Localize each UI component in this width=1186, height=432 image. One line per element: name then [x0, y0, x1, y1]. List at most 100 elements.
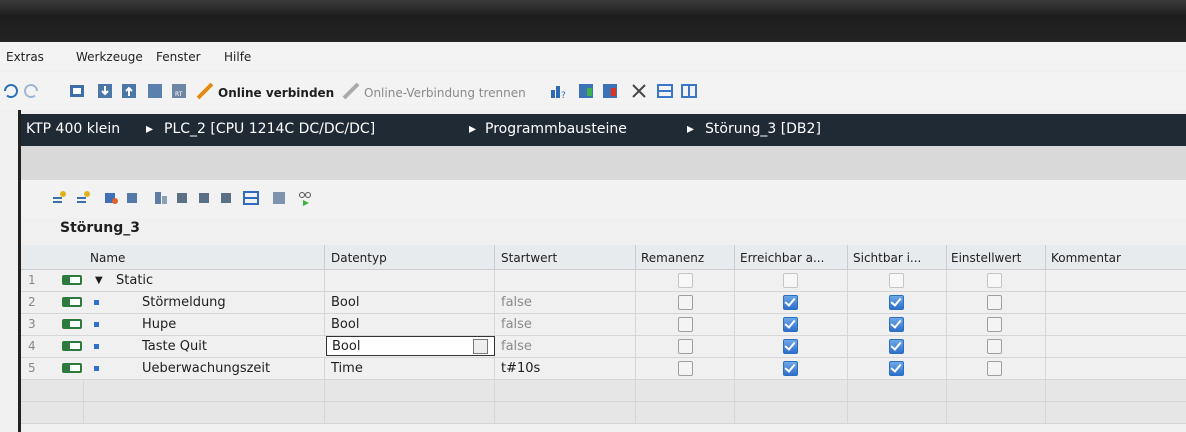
- setpoint-checkbox[interactable]: [987, 361, 1002, 376]
- table-row[interactable]: 3 Hupe Bool false: [21, 314, 1186, 336]
- breadcrumb-item-program-blocks[interactable]: Programmbausteine: [485, 121, 627, 137]
- accessible-checkbox[interactable]: [783, 317, 798, 332]
- col-header-datatype[interactable]: Datentyp: [331, 251, 387, 265]
- row-startvalue[interactable]: false: [501, 317, 532, 332]
- table-row[interactable]: 4 Taste Quit Bool false: [21, 336, 1186, 358]
- col-header-retain[interactable]: Remanenz: [641, 251, 704, 265]
- runtime-icon[interactable]: RT: [170, 82, 188, 100]
- table-row[interactable]: 2 Störmeldung Bool false: [21, 292, 1186, 314]
- breadcrumb-item-device[interactable]: KTP 400 klein: [26, 121, 120, 137]
- setpoint-checkbox[interactable]: [987, 295, 1002, 310]
- retain-checkbox[interactable]: [678, 317, 693, 332]
- row-number: 3: [28, 317, 36, 331]
- start-cpu-icon[interactable]: [577, 82, 595, 100]
- expand-all-icon[interactable]: [243, 190, 259, 206]
- col-header-visible[interactable]: Sichtbar i...: [853, 251, 921, 265]
- row-startvalue[interactable]: t#10s: [501, 361, 540, 376]
- retain-checkbox[interactable]: [678, 273, 693, 288]
- col-header-setpoint[interactable]: Einstellwert: [951, 251, 1021, 265]
- retain-checkbox[interactable]: [678, 339, 693, 354]
- redo-icon[interactable]: [22, 82, 40, 100]
- go-online-icon[interactable]: [196, 82, 214, 100]
- row-name[interactable]: Taste Quit: [142, 339, 207, 354]
- cross-reference-icon[interactable]: [630, 82, 648, 100]
- db-toolbar: [21, 180, 1186, 218]
- simulation-icon[interactable]: [146, 82, 164, 100]
- row-name[interactable]: Hupe: [142, 317, 176, 332]
- breadcrumb: KTP 400 klein ▸ PLC_2 [CPU 1214C DC/DC/D…: [18, 114, 1186, 146]
- visible-checkbox[interactable]: [889, 295, 904, 310]
- datatype-edit-field[interactable]: Bool: [326, 336, 495, 356]
- menu-extras[interactable]: Extras: [6, 50, 44, 64]
- load-start-values-icon[interactable]: [175, 190, 191, 206]
- menu-werkzeuge[interactable]: Werkzeuge: [76, 50, 143, 64]
- setpoint-icon[interactable]: [219, 190, 235, 206]
- online-connect-button[interactable]: Online verbinden: [218, 86, 334, 100]
- row-datatype[interactable]: Bool: [331, 295, 359, 310]
- row-datatype[interactable]: Bool: [331, 317, 359, 332]
- empty-row[interactable]: [21, 402, 1186, 424]
- monitor-icon[interactable]: [153, 190, 169, 206]
- table-row[interactable]: 5 Ueberwachungszeit Time t#10s: [21, 358, 1186, 380]
- copy-snapshot-icon[interactable]: [125, 190, 141, 206]
- setpoint-checkbox[interactable]: [987, 317, 1002, 332]
- collapse-arrow-icon[interactable]: ▼: [95, 275, 103, 286]
- accessible-checkbox[interactable]: [783, 339, 798, 354]
- load-snapshot-icon[interactable]: [197, 190, 213, 206]
- online-disconnect-button[interactable]: Online-Verbindung trennen: [364, 86, 526, 100]
- row-startvalue[interactable]: false: [501, 339, 532, 354]
- visible-checkbox[interactable]: [889, 273, 904, 288]
- row-name[interactable]: Ueberwachungszeit: [142, 361, 270, 376]
- undo-icon[interactable]: [2, 82, 20, 100]
- visible-checkbox[interactable]: [889, 339, 904, 354]
- accessible-checkbox[interactable]: [783, 273, 798, 288]
- row-startvalue[interactable]: false: [501, 295, 532, 310]
- monitor-all-icon[interactable]: [297, 190, 313, 206]
- row-name[interactable]: Störmeldung: [142, 295, 226, 310]
- col-header-accessible[interactable]: Erreichbar a...: [740, 251, 824, 265]
- accessible-devices-icon[interactable]: ?: [549, 82, 567, 100]
- accessible-checkbox[interactable]: [783, 295, 798, 310]
- split-horizontal-icon[interactable]: [656, 82, 674, 100]
- empty-row[interactable]: [21, 380, 1186, 402]
- table-header: Name Datentyp Startwert Remanenz Erreich…: [21, 245, 1186, 270]
- add-row-icon[interactable]: [75, 190, 91, 206]
- upload-icon[interactable]: [120, 82, 138, 100]
- row-datatype[interactable]: Time: [331, 361, 363, 376]
- retain-checkbox[interactable]: [678, 361, 693, 376]
- download-icon[interactable]: [96, 82, 114, 100]
- split-vertical-icon[interactable]: [680, 82, 698, 100]
- datatype-picker-icon[interactable]: [473, 339, 488, 354]
- row-number: 5: [28, 361, 36, 375]
- insert-row-icon[interactable]: [51, 190, 67, 206]
- menu-hilfe[interactable]: Hilfe: [224, 50, 251, 64]
- interface-icon: [62, 275, 82, 285]
- accessible-checkbox[interactable]: [783, 361, 798, 376]
- col-header-name[interactable]: Name: [90, 251, 125, 265]
- retain-checkbox[interactable]: [678, 295, 693, 310]
- row-name[interactable]: Static: [116, 273, 153, 288]
- breadcrumb-separator-icon: ▸: [469, 121, 477, 137]
- menu-fenster[interactable]: Fenster: [156, 50, 201, 64]
- visible-checkbox[interactable]: [889, 361, 904, 376]
- keep-actual-values-icon[interactable]: [271, 190, 287, 206]
- element-icon: [94, 300, 99, 305]
- snapshot-icon[interactable]: [103, 190, 119, 206]
- stop-cpu-icon[interactable]: [601, 82, 619, 100]
- row-number: 4: [28, 339, 36, 353]
- interface-icon: [62, 319, 82, 329]
- breadcrumb-item-plc[interactable]: PLC_2 [CPU 1214C DC/DC/DC]: [164, 121, 375, 137]
- interface-icon: [62, 363, 82, 373]
- setpoint-checkbox[interactable]: [987, 339, 1002, 354]
- col-header-comment[interactable]: Kommentar: [1051, 251, 1121, 265]
- table-row[interactable]: 1 ▼ Static: [21, 270, 1186, 292]
- setpoint-checkbox[interactable]: [987, 273, 1002, 288]
- col-header-startvalue[interactable]: Startwert: [501, 251, 557, 265]
- compile-icon[interactable]: [68, 82, 86, 100]
- main-toolbar: RT Online verbinden Online-Verbindung tr…: [0, 72, 1186, 110]
- svg-text:?: ?: [561, 91, 566, 100]
- visible-checkbox[interactable]: [889, 317, 904, 332]
- breadcrumb-item-db[interactable]: Störung_3 [DB2]: [705, 121, 821, 137]
- go-offline-icon[interactable]: [342, 82, 360, 100]
- element-icon: [94, 344, 99, 349]
